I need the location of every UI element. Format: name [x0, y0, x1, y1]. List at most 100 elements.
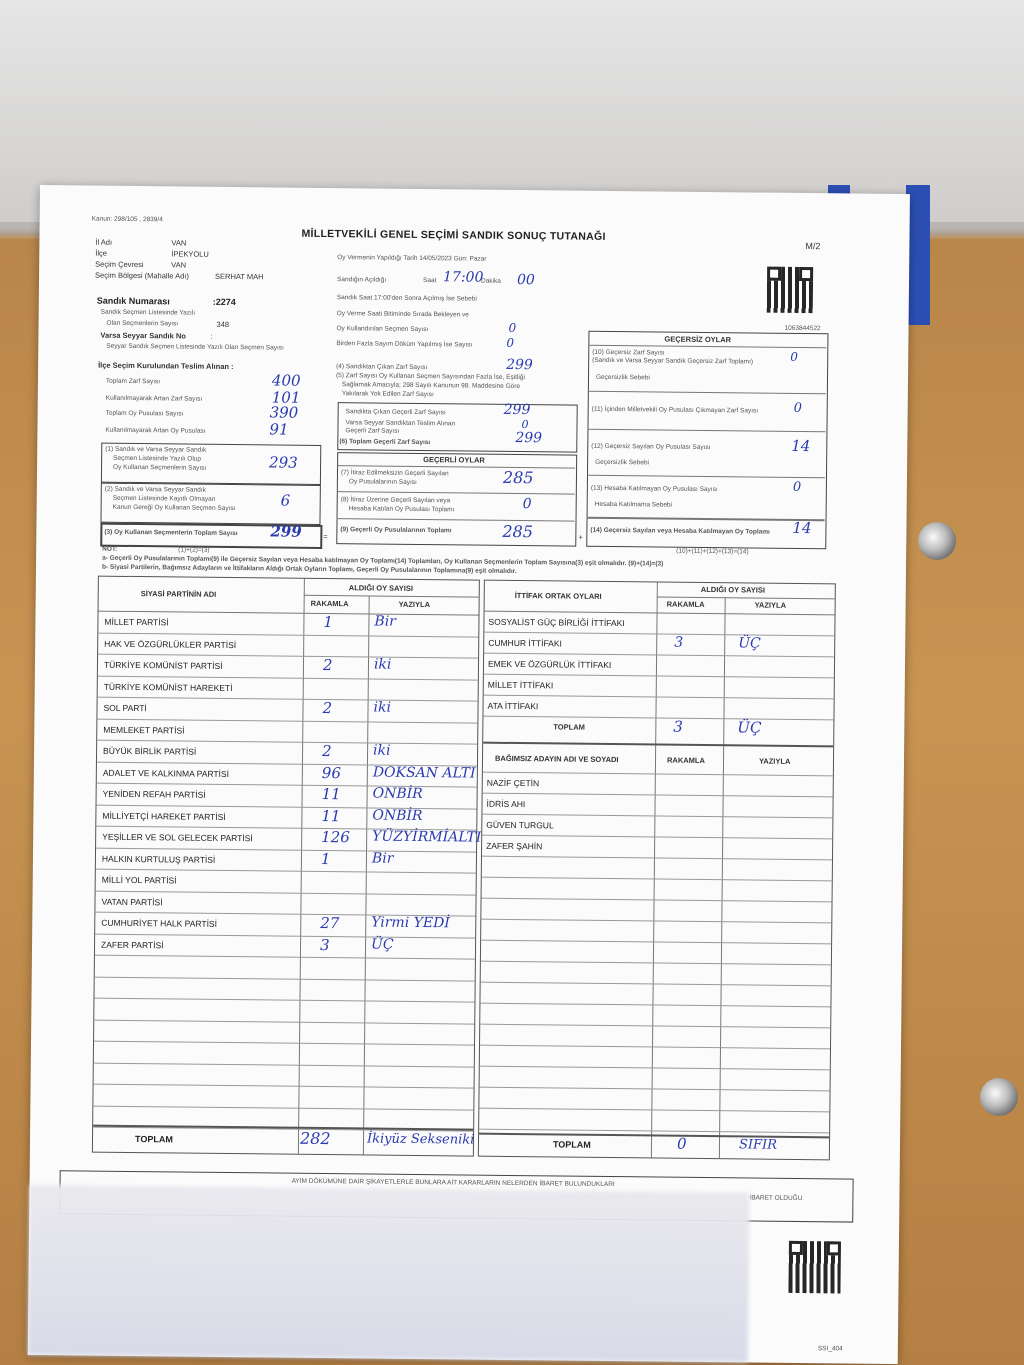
table-row-divider	[97, 739, 478, 745]
table-row-divider	[93, 1105, 474, 1111]
alliance-table: İTTİFAK ORTAK OYLARI ALDIĞI OY SAYISI RAKA…	[477, 579, 836, 1161]
received-title: İlçe Seçim Kurulundan Teslim Alınan :	[98, 360, 234, 372]
il-label: İl Adı	[95, 237, 113, 247]
table-row-divider	[96, 847, 477, 853]
alliance-name: ATA İTTİFAKI	[487, 700, 539, 712]
law-reference: Kanun: 298/105 , 2839/4	[91, 215, 163, 224]
table-row-divider	[98, 653, 479, 659]
table-row-divider	[482, 792, 833, 798]
party-votes-text: ONBİR	[372, 807, 423, 824]
independent-name: ZAFER ŞAHİN	[486, 840, 543, 852]
table-row-divider	[481, 876, 832, 882]
saat-label: Saat	[422, 277, 437, 285]
table-row-divider	[98, 610, 479, 616]
party-votes-text: ONBİR	[372, 785, 423, 803]
independent-name: GÜVEN TURGUL	[486, 819, 554, 831]
complaints-text-2: İBARET OLDUĞU	[749, 1194, 803, 1203]
party-votes-number: 2	[322, 655, 333, 675]
col-text-header: YAZIYLA	[398, 599, 431, 610]
r5-label-3: Yakılarak Yok Edilen Zarf Sayısı	[341, 390, 434, 399]
serial-number: 1063844522	[784, 324, 821, 333]
table-row-divider	[94, 1019, 475, 1025]
alliance-name: SOSYALİST GÜÇ BİRLİĞİ İTTİFAKI	[488, 616, 625, 629]
table-row-divider	[484, 652, 835, 658]
qr-code-bottom-icon	[788, 1240, 841, 1294]
party-votes-number: 1	[323, 612, 334, 632]
col-votes-header: ALDIĞI OY SAYISI	[348, 583, 414, 593]
independent-name: İDRİS AHI	[486, 798, 526, 810]
party-name: TÜRKİYE KOMÜNİST PARTİSİ	[103, 659, 223, 671]
table-col-divider	[650, 582, 658, 1158]
alliance-name: MİLLET İTTİFAKI	[487, 679, 554, 691]
table-row-divider	[479, 1107, 830, 1113]
table-row-divider	[479, 1086, 830, 1092]
party-votes-number: 2	[322, 698, 333, 718]
saat-value: 17:00	[442, 269, 484, 286]
queue-value: 0	[508, 320, 517, 335]
r8-value: 0	[522, 496, 532, 513]
alliance-total-label: TOPLAM	[553, 722, 585, 732]
bolge-label: Seçim Bölgesi (Mahalle Adı)	[95, 270, 189, 281]
party-votes-text: YÜZYİRMİALTI	[372, 828, 482, 846]
table-row-divider	[94, 1040, 475, 1046]
parties-table: SİYASİ PARTİNİN ADI ALDIĞI OY SAYISI RAKAM…	[91, 575, 482, 1157]
recount-label: Birden Fazla Sayım Döküm Yapılmış İse Sa…	[336, 340, 473, 349]
r8-label-1: (8) İtiraz Üzerine Geçerli Sayılan veya	[340, 496, 451, 505]
party-name: TÜRKİYE KOMÜNİST HAREKETİ	[103, 681, 233, 693]
party-votes-text: Bir	[374, 613, 396, 630]
party-votes-text: iki	[373, 656, 392, 673]
invalid-formula: (10)+(11)+(12)+(13)=(14)	[676, 547, 749, 556]
mobile-env-label-1: Varsa Seyyar Sandıktan Teslim Alınan	[345, 419, 456, 428]
ilce-label: İlçe	[95, 248, 108, 258]
received-value: 91	[269, 420, 289, 439]
r12-value: 14	[791, 436, 811, 456]
box1-label-1: (1) Sandık ve Varsa Seyyar Sandık	[105, 445, 207, 454]
r4-label: (4) Sandıktan Çıkan Zarf Sayısı	[336, 363, 428, 372]
r13-reason: Hesaba Katılmama Sebebi	[594, 500, 673, 509]
table-row-divider	[98, 632, 479, 638]
party-name: YEŞİLLER VE SOL GELECEK PARTİSİ	[102, 831, 253, 844]
party-name: CUMHURİYET HALK PARTİSİ	[101, 917, 218, 929]
recount-value: 0	[506, 335, 515, 350]
table-row-divider	[303, 594, 479, 598]
table-row-divider	[93, 1083, 474, 1089]
party-votes-number: 11	[321, 806, 341, 825]
table-row-divider	[95, 890, 476, 896]
table-row-divider	[480, 1002, 831, 1008]
table-row-divider	[484, 631, 835, 637]
table-row-divider	[482, 771, 833, 777]
mobile-voters-label: Seyyar Sandık Seçmen Listesinde Yazılı O…	[106, 342, 284, 352]
table-col-divider	[718, 597, 726, 1159]
party-name: ADALET VE KALKINMA PARTİSİ	[102, 767, 230, 779]
table-row-divider	[95, 868, 476, 874]
received-label: Kullanılmayarak Artan Oy Pusulası	[105, 426, 206, 435]
alliance-col-text: YAZIYLA	[754, 600, 787, 610]
r7-value: 285	[502, 467, 534, 488]
table-row-divider	[481, 939, 832, 945]
r12-reason: Geçersizlik Sebebi	[595, 458, 649, 467]
registered-value: 348	[216, 319, 230, 329]
alliance-name: CUMHUR İTTİFAKI	[488, 637, 562, 649]
party-votes-text: ÜÇ	[370, 936, 394, 953]
box2-label-3: Kanun Gereği Oy Kullanan Seçmen Sayısı	[112, 503, 236, 513]
party-votes-text: DOKSAN ALTI	[372, 764, 476, 782]
blurred-signatures	[27, 1184, 750, 1363]
alliance-name: EMEK VE ÖZGÜRLÜK İTTİFAKI	[487, 658, 612, 671]
party-name: VATAN PARTİSİ	[101, 896, 163, 907]
mobile-box-label: Varsa Seyyar Sandık No	[100, 330, 186, 341]
equals-sign: =	[323, 531, 328, 542]
table-row-divider	[483, 673, 834, 679]
opening-label: Sandığın Açıldığı	[336, 276, 387, 284]
queue-label-2: Oy Kullandırılan Seçmen Sayısı	[336, 325, 429, 334]
table-row-divider	[479, 1065, 830, 1071]
received-value: 400	[271, 371, 301, 390]
parties-total-number: 282	[299, 1128, 331, 1149]
valid-votes-title: GEÇERLİ OYLAR	[423, 455, 485, 465]
vote-date: Oy Vermenin Yapıldığı Tarih 14/05/2023 G…	[337, 254, 487, 263]
col-num-header: RAKAMLA	[310, 598, 349, 609]
table-row-divider	[480, 960, 831, 966]
party-name: MİLLİ YOL PARTİSİ	[101, 874, 177, 886]
cevre-value: VAN	[171, 260, 187, 270]
dakika-label: Dakika	[480, 277, 501, 285]
alliance-votes-number: 3	[674, 634, 684, 651]
